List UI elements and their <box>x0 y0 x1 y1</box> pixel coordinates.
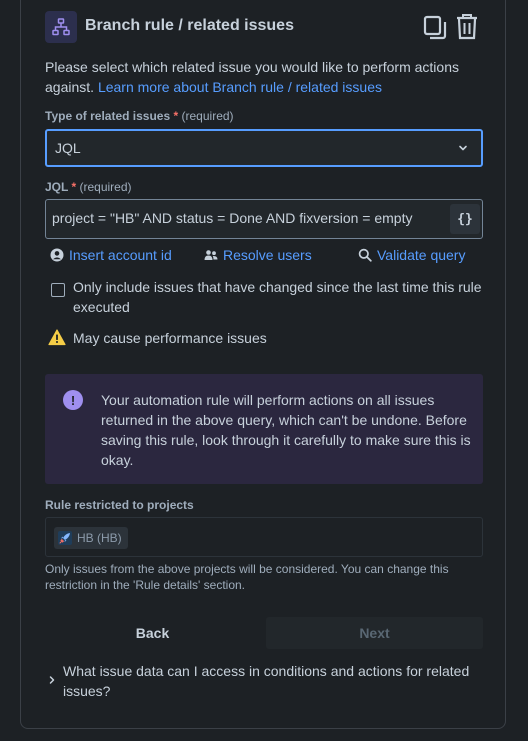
related-issues-data-expander[interactable]: What issue data can I access in conditio… <box>63 661 483 701</box>
related-issues-type-select[interactable]: JQL <box>45 129 483 167</box>
branch-icon <box>45 11 77 43</box>
info-icon: ! <box>63 390 83 410</box>
jql-field: project = "HB" AND status = Done AND fix… <box>45 199 483 239</box>
project-tag-label: HB (HB) <box>77 531 122 545</box>
user-avatar-icon <box>50 248 64 262</box>
back-button[interactable]: Back <box>45 617 260 649</box>
project-tag: HB (HB) <box>54 527 128 549</box>
jql-label-text: JQL <box>45 180 69 194</box>
projects-label: Rule restricted to projects <box>45 498 194 512</box>
smart-values-button[interactable]: {} <box>450 204 480 234</box>
required-star: * <box>173 109 179 123</box>
resolve-users-link[interactable]: Resolve users <box>204 247 312 263</box>
people-icon <box>204 250 218 260</box>
description: Please select which related issue you wo… <box>45 57 485 97</box>
duplicate-icon[interactable] <box>423 15 447 41</box>
required-text: (required) <box>79 180 132 194</box>
resolve-users-label: Resolve users <box>223 247 312 263</box>
required-star: * <box>71 180 77 194</box>
jql-field-label: JQL * (required) <box>45 180 132 194</box>
warning-icon <box>48 329 66 346</box>
performance-warning: May cause performance issues <box>73 330 267 346</box>
changed-since-checkbox[interactable] <box>51 283 65 297</box>
learn-more-link[interactable]: Learn more about Branch rule / related i… <box>98 79 382 95</box>
insert-account-id-link[interactable]: Insert account id <box>50 247 172 263</box>
validate-query-link[interactable]: Validate query <box>358 247 465 263</box>
trash-icon[interactable] <box>455 13 479 41</box>
select-value: JQL <box>55 140 81 156</box>
search-icon <box>358 248 372 262</box>
jql-input[interactable]: project = "HB" AND status = Done AND fix… <box>52 210 412 226</box>
projects-hint: Only issues from the above projects will… <box>45 562 449 592</box>
required-text: (required) <box>181 109 234 123</box>
validate-query-label: Validate query <box>377 247 466 263</box>
projects-field: HB (HB) <box>45 517 483 557</box>
changed-since-label[interactable]: Only include issues that have changed si… <box>73 277 483 317</box>
next-button[interactable]: Next <box>266 617 483 649</box>
info-message: ! Your automation rule will perform acti… <box>45 374 483 484</box>
info-text: Your automation rule will perform action… <box>101 392 471 468</box>
component-title: Branch rule / related issues <box>85 17 294 34</box>
chevron-down-icon <box>459 145 467 151</box>
type-field-label: Type of related issues * (required) <box>45 109 234 123</box>
type-label-text: Type of related issues <box>45 109 171 123</box>
rocket-icon <box>58 531 72 545</box>
chevron-right-icon[interactable] <box>47 675 57 685</box>
insert-account-label: Insert account id <box>69 247 172 263</box>
